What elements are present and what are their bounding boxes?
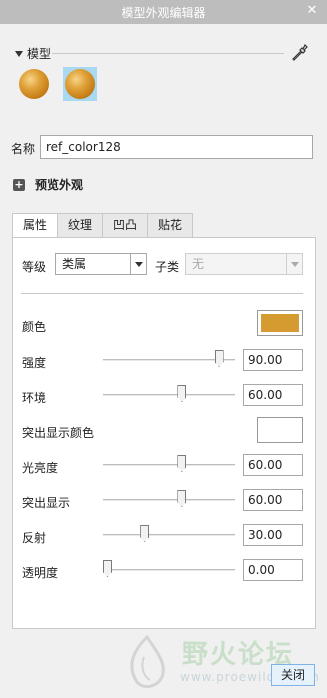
model-section-label: 模型: [27, 47, 52, 61]
highlight-color-fill: [261, 421, 299, 439]
subclass-select: 无: [185, 253, 303, 275]
class-value: 类属: [62, 257, 87, 271]
slider-thumb[interactable]: [103, 560, 112, 577]
properties-panel: 等级 类属 子类 无 颜色 强度 90.00 环境 60.00 突出显示颜色 光亮度 60.…: [12, 237, 316, 629]
subclass-value: 无: [192, 257, 205, 271]
close-button[interactable]: 关闭: [271, 664, 315, 686]
property-slider[interactable]: [103, 350, 235, 370]
property-label: 突出显示颜色: [22, 426, 95, 440]
property-slider[interactable]: [103, 455, 235, 475]
eyedropper-icon[interactable]: [292, 44, 308, 62]
material-swatch-selected[interactable]: [63, 67, 97, 101]
property-label: 环境: [22, 391, 47, 405]
tab-bar: 属性 纹理 凹凸 贴花: [12, 213, 194, 239]
property-label: 突出显示: [22, 496, 71, 510]
preview-toggle[interactable]: + 预览外观: [13, 176, 83, 193]
name-field[interactable]: ref_color128: [40, 135, 313, 159]
property-value-field[interactable]: 60.00: [243, 489, 303, 511]
color-label: 颜色: [22, 320, 47, 334]
slider-track: [103, 569, 235, 571]
name-label: 名称: [11, 142, 36, 156]
property-value-field[interactable]: 0.00: [243, 559, 303, 581]
slider-thumb[interactable]: [214, 350, 224, 367]
property-value-field[interactable]: 60.00: [243, 454, 303, 476]
plus-icon: +: [13, 177, 25, 191]
property-slider[interactable]: [103, 490, 235, 510]
material-sphere: [65, 69, 95, 99]
property-slider[interactable]: [103, 525, 235, 545]
property-value-field[interactable]: 60.00: [243, 384, 303, 406]
property-label: 光亮度: [22, 461, 59, 475]
material-swatch[interactable]: [17, 67, 51, 101]
slider-thumb[interactable]: [177, 385, 187, 402]
property-label: 强度: [22, 356, 47, 370]
property-slider[interactable]: [103, 560, 235, 580]
material-sphere: [19, 69, 49, 99]
class-select[interactable]: 类属: [55, 253, 147, 275]
divider: [21, 293, 303, 294]
chevron-down-icon: [130, 254, 146, 274]
slider-track: [103, 534, 235, 536]
property-label: 反射: [22, 531, 47, 545]
property-value-field[interactable]: 90.00: [243, 349, 303, 371]
tab-texture[interactable]: 纹理: [57, 213, 104, 238]
slider-track: [103, 394, 235, 396]
property-value-field[interactable]: 30.00: [243, 524, 303, 546]
title-bar: 模型外观编辑器 ✕: [0, 0, 327, 24]
chevron-down-icon: [286, 254, 302, 274]
triangle-down-icon: [15, 50, 23, 57]
slider-thumb[interactable]: [140, 525, 150, 542]
color-fill: [261, 314, 299, 332]
model-section-header[interactable]: 模型: [15, 45, 51, 62]
slider-thumb[interactable]: [177, 490, 187, 507]
subclass-label: 子类: [155, 260, 180, 274]
color-swatch-button[interactable]: [257, 310, 303, 336]
preview-label: 预览外观: [35, 178, 84, 192]
slider-track: [103, 464, 235, 466]
watermark-logo-icon: [130, 634, 165, 689]
class-label: 等级: [22, 260, 47, 274]
section-divider: [52, 53, 284, 54]
property-label: 透明度: [22, 566, 59, 580]
property-slider[interactable]: [103, 385, 235, 405]
close-icon[interactable]: ✕: [305, 4, 319, 18]
tab-bump[interactable]: 凹凸: [102, 213, 149, 238]
slider-track: [103, 499, 235, 501]
tab-properties[interactable]: 属性: [12, 213, 59, 239]
slider-thumb[interactable]: [177, 455, 187, 472]
window-title: 模型外观编辑器: [121, 5, 206, 20]
tab-decal[interactable]: 贴花: [147, 213, 194, 238]
highlight-color-button[interactable]: [257, 417, 303, 443]
